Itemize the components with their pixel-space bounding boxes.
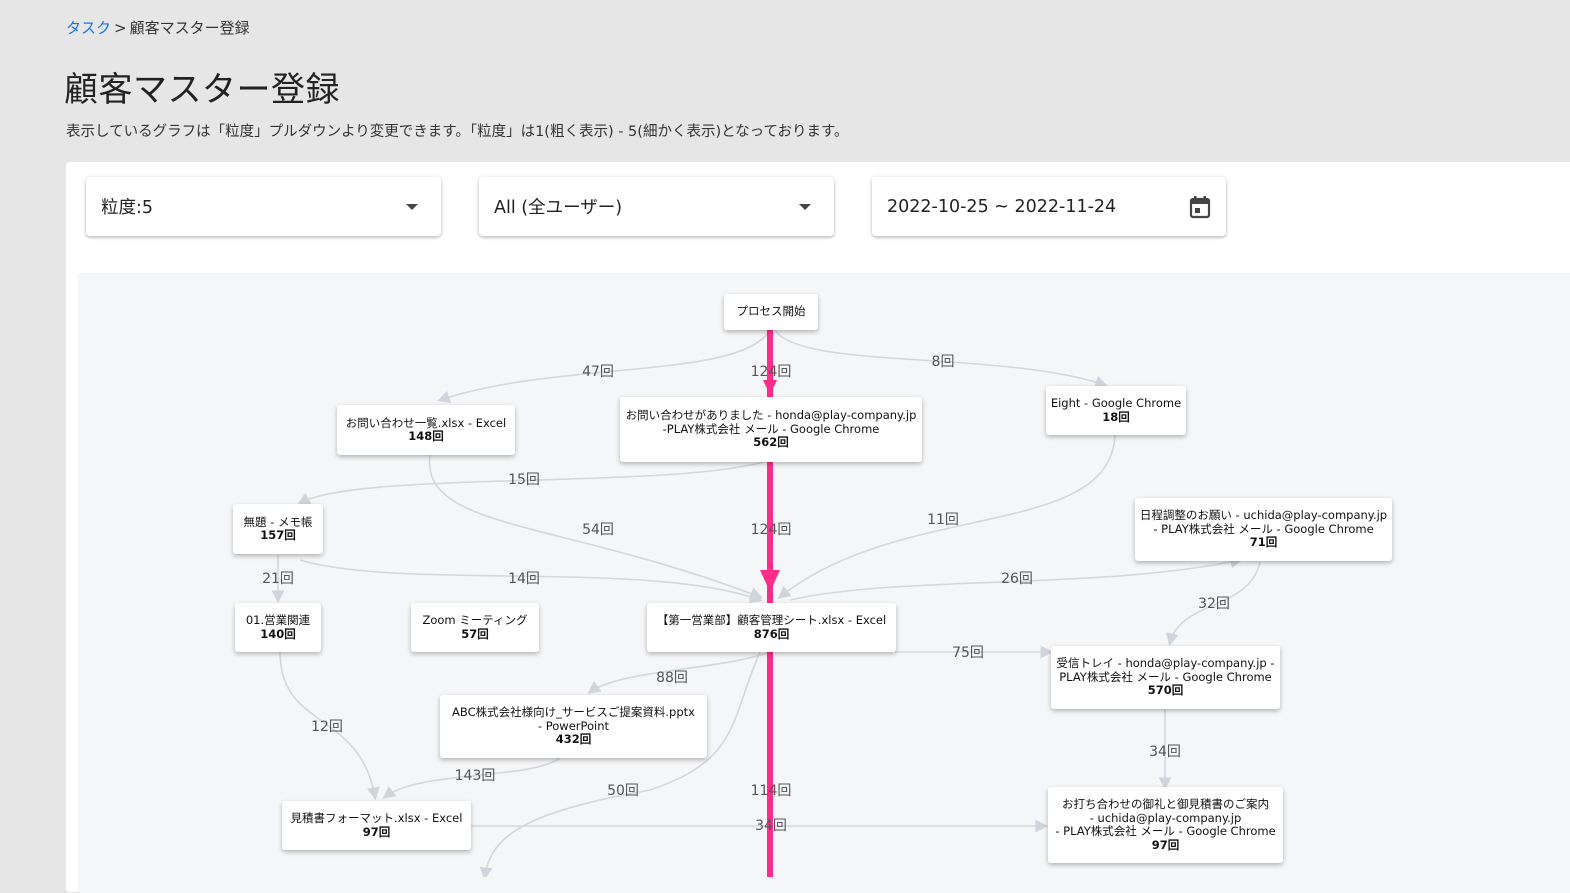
main-path-arrow-2 <box>760 570 780 592</box>
edge-label: 124回 <box>750 522 792 538</box>
node-title: 見積書フォーマット.xlsx - Excel <box>290 811 463 825</box>
node-inbox[interactable]: 受信トレイ - honda@play-company.jp - PLAY株式会社… <box>1051 646 1280 709</box>
node-count: 57回 <box>461 626 489 641</box>
node-sales[interactable]: 01.営業関連 140回 <box>235 603 321 652</box>
edge-label: 114回 <box>750 783 792 799</box>
node-title: Eight - Google Chrome <box>1050 396 1182 410</box>
node-count: 148回 <box>408 429 444 443</box>
node-count: 157回 <box>260 528 296 542</box>
node-schedule[interactable]: 日程調整のお願い - uchida@play-company.jp - PLAY… <box>1135 498 1392 561</box>
edge-label: 11回 <box>927 512 959 528</box>
main-path-arrow-1 <box>763 380 777 395</box>
node-proposal[interactable]: ABC株式会社様向け_サービスご提案資料.pptx - PowerPoint 4… <box>440 695 707 758</box>
node-title: プロセス開始 <box>736 304 806 319</box>
node-count: 140回 <box>260 626 296 641</box>
node-title: お打ち合わせの御礼と御見積書のご案内 <box>1062 797 1269 811</box>
node-estimate[interactable]: 見積書フォーマット.xlsx - Excel 97回 <box>282 801 471 850</box>
node-title: Zoom ミーティング <box>422 613 528 627</box>
edge-label: 50回 <box>607 783 639 799</box>
node-subtitle: - PowerPoint <box>537 718 610 733</box>
node-title: 01.営業関連 <box>245 613 311 627</box>
node-count: 432回 <box>555 732 592 747</box>
node-subtitle: -PLAY株式会社 メール - Google Chrome <box>662 421 880 436</box>
edge-label: 34回 <box>1149 744 1181 760</box>
node-eight[interactable]: Eight - Google Chrome 18回 <box>1046 386 1186 435</box>
node-count: 71回 <box>1249 535 1278 550</box>
node-customer-sheet[interactable]: 【第一営業部】顧客管理シート.xlsx - Excel 876回 <box>647 603 896 652</box>
node-title: 無題 - メモ帳 <box>243 514 313 529</box>
node-title: ABC株式会社様向け_サービスご提案資料.pptx <box>452 705 695 720</box>
edge-label: 47回 <box>582 364 614 380</box>
node-subtitle: - PLAY株式会社 メール - Google Chrome <box>1055 824 1276 838</box>
edge-label: 26回 <box>1001 571 1033 587</box>
node-count: 97回 <box>1151 837 1180 852</box>
node-subtitle: - uchida@play-company.jp <box>1089 810 1242 825</box>
node-title: お問い合わせがありました - honda@play-company.jp <box>625 408 917 423</box>
node-inquiry-list[interactable]: お問い合わせ一覧.xlsx - Excel 148回 <box>337 405 515 455</box>
node-inquiry-mail[interactable]: お問い合わせがありました - honda@play-company.jp -PL… <box>620 397 922 462</box>
node-count: 876回 <box>753 626 790 641</box>
edge-label: 15回 <box>508 472 540 488</box>
node-subtitle: PLAY株式会社 メール - Google Chrome <box>1059 669 1272 684</box>
node-count: 18回 <box>1102 409 1130 424</box>
edge-label: 75回 <box>952 645 984 661</box>
node-title: 【第一営業部】顧客管理シート.xlsx - Excel <box>656 613 887 627</box>
edge-label: 21回 <box>262 571 294 587</box>
node-title: お問い合わせ一覧.xlsx - Excel <box>345 415 507 430</box>
node-count: 97回 <box>362 824 391 839</box>
node-process-start[interactable]: プロセス開始 <box>724 294 818 330</box>
node-thanks[interactable]: お打ち合わせの御礼と御見積書のご案内 - uchida@play-company… <box>1048 787 1283 863</box>
edge-label: 124回 <box>750 364 792 380</box>
node-memo[interactable]: 無題 - メモ帳 157回 <box>233 504 323 554</box>
node-title: 日程調整のお願い - uchida@play-company.jp <box>1139 508 1388 523</box>
node-subtitle: - PLAY株式会社 メール - Google Chrome <box>1153 521 1374 536</box>
edge-label: 14回 <box>508 571 540 587</box>
node-zoom[interactable]: Zoom ミーティング 57回 <box>411 603 539 652</box>
edge-label: 88回 <box>656 670 688 686</box>
edge-label: 54回 <box>582 522 614 538</box>
node-count: 562回 <box>753 435 789 450</box>
edge-label: 8回 <box>931 354 955 370</box>
edge-customer-down <box>479 651 761 877</box>
edge-label: 143回 <box>454 768 496 784</box>
edge-label: 32回 <box>1198 596 1230 612</box>
node-title: 受信トレイ - honda@play-company.jp - <box>1056 656 1275 671</box>
edge-label: 12回 <box>311 719 343 735</box>
edge-label: 34回 <box>755 818 787 834</box>
node-count: 570回 <box>1147 683 1184 698</box>
